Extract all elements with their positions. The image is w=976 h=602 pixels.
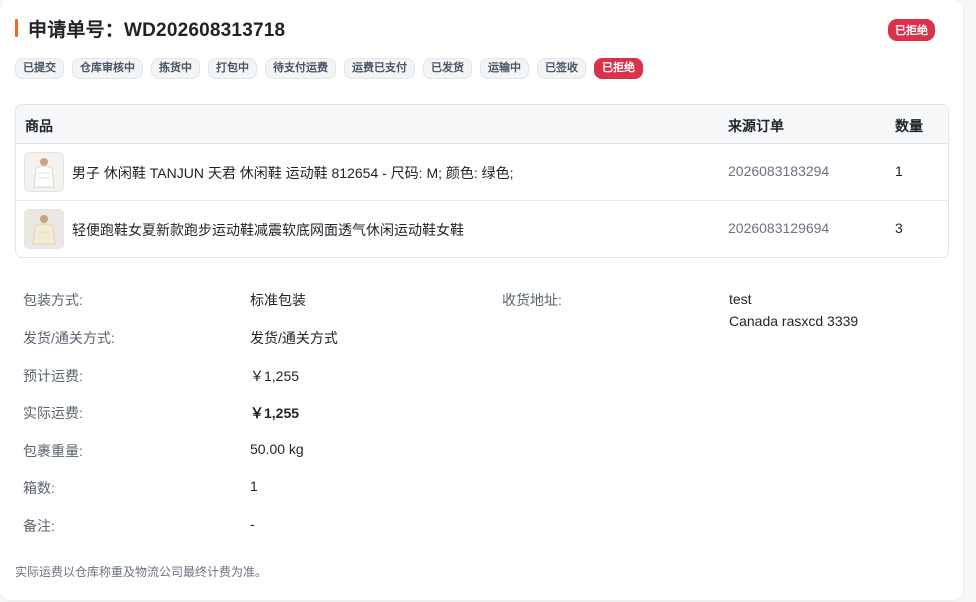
estimated-fee-value: ￥1,255 xyxy=(250,368,300,384)
table-row: 轻便跑鞋女夏新款跑步运动鞋减震软底网面透气休闲运动鞋女鞋 20260831296… xyxy=(16,201,948,257)
shipping-method-label: 发货/通关方式: xyxy=(23,330,115,346)
package-weight-value: 50.00 kg xyxy=(250,441,304,457)
step-in-transit: 运输中 xyxy=(480,58,529,79)
product-name: 轻便跑鞋女夏新款跑步运动鞋减震软底网面透气休闲运动鞋女鞋 xyxy=(72,222,464,238)
address-line-2: Canada rasxcd 3339 xyxy=(729,313,859,329)
shipping-method-value: 发货/通关方式 xyxy=(250,330,338,346)
packaging-label: 包装方式: xyxy=(23,292,83,308)
step-rejected: 已拒绝 xyxy=(594,58,643,79)
title-row: 申请单号：WD202608313718 已拒绝 xyxy=(15,16,935,41)
package-weight-label: 包裹重量: xyxy=(23,443,83,459)
table-row: 男子 休闲鞋 TANJUN 天君 休闲鞋 运动鞋 812654 - 尺码: M;… xyxy=(16,144,948,201)
packaging-value: 标准包装 xyxy=(250,292,306,308)
source-order-link[interactable]: 2026083129694 xyxy=(728,220,829,236)
source-order-link[interactable]: 2026083183294 xyxy=(728,163,829,179)
status-badge: 已拒绝 xyxy=(888,19,935,41)
header-source-order: 来源订单 xyxy=(728,118,784,134)
table-header: 商品 来源订单 数量 xyxy=(16,105,948,144)
product-thumbnail[interactable] xyxy=(24,209,64,249)
product-thumbnail[interactable] xyxy=(24,152,64,192)
step-packing: 打包中 xyxy=(208,58,257,79)
items-table: 商品 来源订单 数量 男子 休闲鞋 TANJUN 天君 休闲鞋 运动鞋 8126… xyxy=(15,104,949,258)
quantity-value: 1 xyxy=(895,163,903,179)
remark-value: - xyxy=(250,516,255,532)
step-picking: 拣货中 xyxy=(151,58,200,79)
header-product: 商品 xyxy=(25,118,53,134)
quantity-value: 3 xyxy=(895,220,903,236)
box-count-value: 1 xyxy=(250,478,258,494)
step-submitted: 已提交 xyxy=(15,58,64,79)
address-line-1: test xyxy=(729,291,752,307)
step-awaiting-fee: 待支付运费 xyxy=(265,58,336,79)
step-shipped: 已发货 xyxy=(423,58,472,79)
product-name: 男子 休闲鞋 TANJUN 天君 休闲鞋 运动鞋 812654 - 尺码: M;… xyxy=(72,165,514,181)
header-quantity: 数量 xyxy=(895,118,923,134)
step-fee-paid: 运费已支付 xyxy=(344,58,415,79)
estimated-fee-label: 预计运费: xyxy=(23,368,83,384)
title-accent-bar xyxy=(15,19,18,37)
product-image-icon xyxy=(25,210,63,248)
status-steps: 已提交 仓库审核中 拣货中 打包中 待支付运费 运费已支付 已发货 运输中 已签… xyxy=(15,58,643,79)
product-image-icon xyxy=(25,153,63,191)
remark-label: 备注: xyxy=(23,518,55,534)
step-warehouse-review: 仓库审核中 xyxy=(72,58,143,79)
box-count-label: 箱数: xyxy=(23,480,55,496)
actual-fee-value: ￥1,255 xyxy=(250,405,300,421)
order-detail-card: 申请单号：WD202608313718 已拒绝 已提交 仓库审核中 拣货中 打包… xyxy=(0,0,963,600)
fee-disclaimer: 实际运费以仓库称重及物流公司最终计费为准。 xyxy=(15,565,268,579)
address-label: 收货地址: xyxy=(502,292,562,308)
step-signed: 已签收 xyxy=(537,58,586,79)
actual-fee-label: 实际运费: xyxy=(23,405,83,421)
page-title: 申请单号：WD202608313718 xyxy=(28,19,286,41)
